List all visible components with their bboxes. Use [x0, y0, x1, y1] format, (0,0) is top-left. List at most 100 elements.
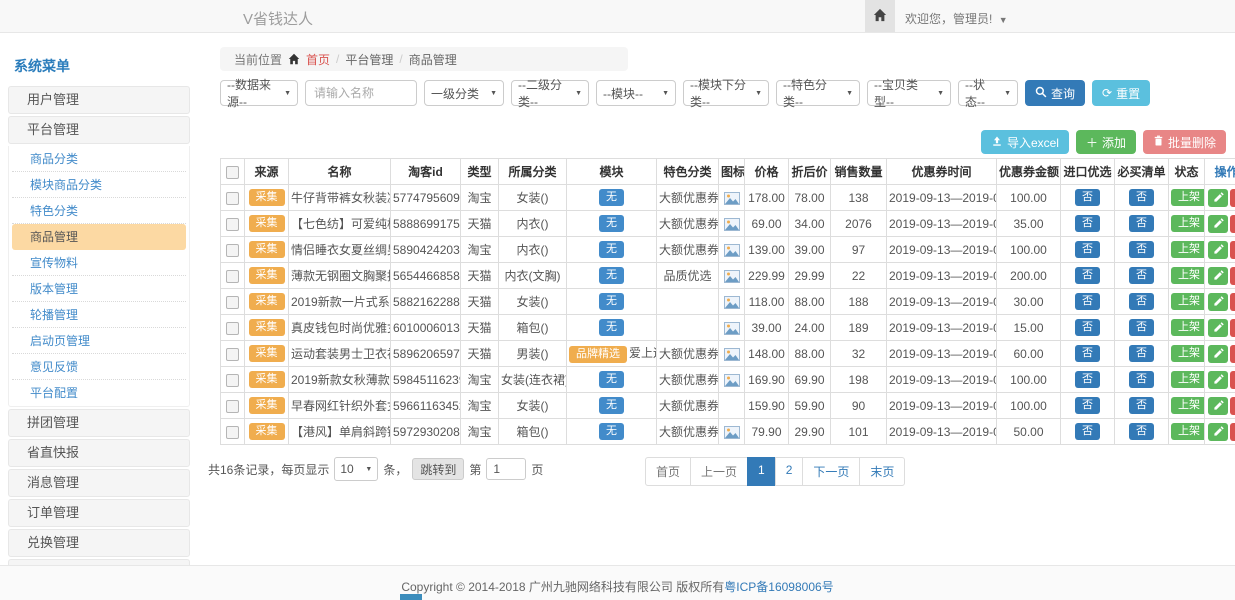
filter-select-3[interactable]: --模块--▼	[596, 80, 676, 106]
row-checkbox[interactable]	[226, 322, 239, 335]
sidebar-item-订单管理[interactable]: 订单管理	[8, 499, 190, 527]
select-all-checkbox[interactable]	[226, 166, 239, 179]
edit-button[interactable]	[1208, 319, 1228, 337]
sidebar-subitem-商品管理[interactable]: 商品管理	[12, 224, 186, 250]
sidebar-subitem-宣传物料[interactable]: 宣传物料	[12, 250, 186, 276]
edit-button[interactable]	[1208, 215, 1228, 233]
filter-select-2[interactable]: --二级分类--▼	[511, 80, 589, 106]
status-badge[interactable]: 上架	[1171, 267, 1205, 284]
query-button[interactable]: 查询	[1025, 80, 1085, 106]
status-badge[interactable]: 上架	[1171, 345, 1205, 362]
status-badge[interactable]: 上架	[1171, 371, 1205, 388]
edit-button[interactable]	[1208, 241, 1228, 259]
must-buy-toggle[interactable]: 否	[1129, 241, 1154, 258]
page-number-input[interactable]	[486, 458, 526, 480]
edit-button[interactable]	[1208, 371, 1228, 389]
must-buy-toggle[interactable]: 否	[1129, 423, 1154, 440]
status-badge[interactable]: 上架	[1171, 397, 1205, 414]
edit-button[interactable]	[1208, 345, 1228, 363]
import-select-toggle[interactable]: 否	[1075, 423, 1100, 440]
sidebar-item-拼团管理[interactable]: 拼团管理	[8, 409, 190, 437]
sidebar-item-省直快报[interactable]: 省直快报	[8, 439, 190, 467]
sidebar-subitem-版本管理[interactable]: 版本管理	[12, 276, 186, 302]
row-checkbox[interactable]	[226, 400, 239, 413]
sidebar-item-平台管理[interactable]: 平台管理	[8, 116, 190, 144]
import-select-toggle[interactable]: 否	[1075, 241, 1100, 258]
import-select-toggle[interactable]: 否	[1075, 293, 1100, 310]
home-button[interactable]	[865, 0, 895, 32]
row-checkbox[interactable]	[226, 244, 239, 257]
row-checkbox[interactable]	[226, 218, 239, 231]
status-badge[interactable]: 上架	[1171, 293, 1205, 310]
must-buy-toggle[interactable]: 否	[1129, 397, 1154, 414]
sidebar-item-消息管理[interactable]: 消息管理	[8, 469, 190, 497]
status-badge[interactable]: 上架	[1171, 215, 1205, 232]
import-select-toggle[interactable]: 否	[1075, 189, 1100, 206]
filter-select-4[interactable]: --模块下分类--▼	[683, 80, 769, 106]
jump-button[interactable]: 跳转到	[412, 458, 464, 480]
must-buy-toggle[interactable]: 否	[1129, 189, 1154, 206]
sidebar-subitem-平台配置[interactable]: 平台配置	[12, 380, 186, 406]
status-badge[interactable]: 上架	[1171, 319, 1205, 336]
page-button-首页[interactable]: 首页	[645, 457, 691, 486]
status-badge[interactable]: 上架	[1171, 189, 1205, 206]
edit-button[interactable]	[1208, 423, 1228, 441]
filter-select-0[interactable]: --数据来源--▼	[220, 80, 298, 106]
must-buy-toggle[interactable]: 否	[1129, 215, 1154, 232]
add-button[interactable]: ＋ 添加	[1076, 130, 1136, 154]
status-badge[interactable]: 上架	[1171, 423, 1205, 440]
page-button-下一页[interactable]: 下一页	[802, 457, 860, 486]
user-menu[interactable]: 欢迎您，管理员! ▼	[905, 10, 1008, 27]
delete-button[interactable]	[1230, 371, 1235, 389]
edit-button[interactable]	[1208, 267, 1228, 285]
page-button-2[interactable]: 2	[775, 457, 804, 486]
sidebar-subitem-意见反馈[interactable]: 意见反馈	[12, 354, 186, 380]
delete-button[interactable]	[1230, 241, 1235, 259]
must-buy-toggle[interactable]: 否	[1129, 267, 1154, 284]
sidebar-subitem-特色分类[interactable]: 特色分类	[12, 198, 186, 224]
sidebar-subitem-模块商品分类[interactable]: 模块商品分类	[12, 172, 186, 198]
import-select-toggle[interactable]: 否	[1075, 319, 1100, 336]
filter-select-7[interactable]: --状态--▼	[958, 80, 1018, 106]
filter-select-1[interactable]: 一级分类▼	[424, 80, 504, 106]
edit-button[interactable]	[1208, 189, 1228, 207]
import-select-toggle[interactable]: 否	[1075, 215, 1100, 232]
import-select-toggle[interactable]: 否	[1075, 397, 1100, 414]
sidebar-item-兑换管理[interactable]: 兑换管理	[8, 529, 190, 557]
filter-select-6[interactable]: --宝贝类型--▼	[867, 80, 951, 106]
breadcrumb-home-link[interactable]: 首页	[306, 51, 330, 68]
sidebar-subitem-商品分类[interactable]: 商品分类	[12, 146, 186, 172]
page-button-末页[interactable]: 末页	[859, 457, 905, 486]
import-select-toggle[interactable]: 否	[1075, 345, 1100, 362]
delete-button[interactable]	[1230, 267, 1235, 285]
must-buy-toggle[interactable]: 否	[1129, 371, 1154, 388]
sidebar-subitem-轮播管理[interactable]: 轮播管理	[12, 302, 186, 328]
search-name-input[interactable]	[305, 80, 417, 106]
delete-button[interactable]	[1230, 319, 1235, 337]
sidebar-item-用户管理[interactable]: 用户管理	[8, 86, 190, 114]
row-checkbox[interactable]	[226, 374, 239, 387]
edit-button[interactable]	[1208, 293, 1228, 311]
edit-button[interactable]	[1208, 397, 1228, 415]
row-checkbox[interactable]	[226, 296, 239, 309]
per-page-select[interactable]: 10 ▼	[334, 457, 378, 481]
must-buy-toggle[interactable]: 否	[1129, 319, 1154, 336]
row-checkbox[interactable]	[226, 192, 239, 205]
delete-button[interactable]	[1230, 345, 1235, 363]
delete-button[interactable]	[1230, 423, 1235, 441]
sidebar-subitem-启动页管理[interactable]: 启动页管理	[12, 328, 186, 354]
import-select-toggle[interactable]: 否	[1075, 267, 1100, 284]
row-checkbox[interactable]	[226, 348, 239, 361]
delete-button[interactable]	[1230, 293, 1235, 311]
status-badge[interactable]: 上架	[1171, 241, 1205, 258]
page-button-1[interactable]: 1	[747, 457, 776, 486]
import-excel-button[interactable]: 导入excel	[981, 130, 1069, 154]
batch-delete-button[interactable]: 批量删除	[1143, 130, 1226, 154]
must-buy-toggle[interactable]: 否	[1129, 345, 1154, 362]
import-select-toggle[interactable]: 否	[1075, 371, 1100, 388]
delete-button[interactable]	[1230, 397, 1235, 415]
row-checkbox[interactable]	[226, 270, 239, 283]
delete-button[interactable]	[1230, 215, 1235, 233]
row-checkbox[interactable]	[226, 426, 239, 439]
filter-select-5[interactable]: --特色分类--▼	[776, 80, 860, 106]
